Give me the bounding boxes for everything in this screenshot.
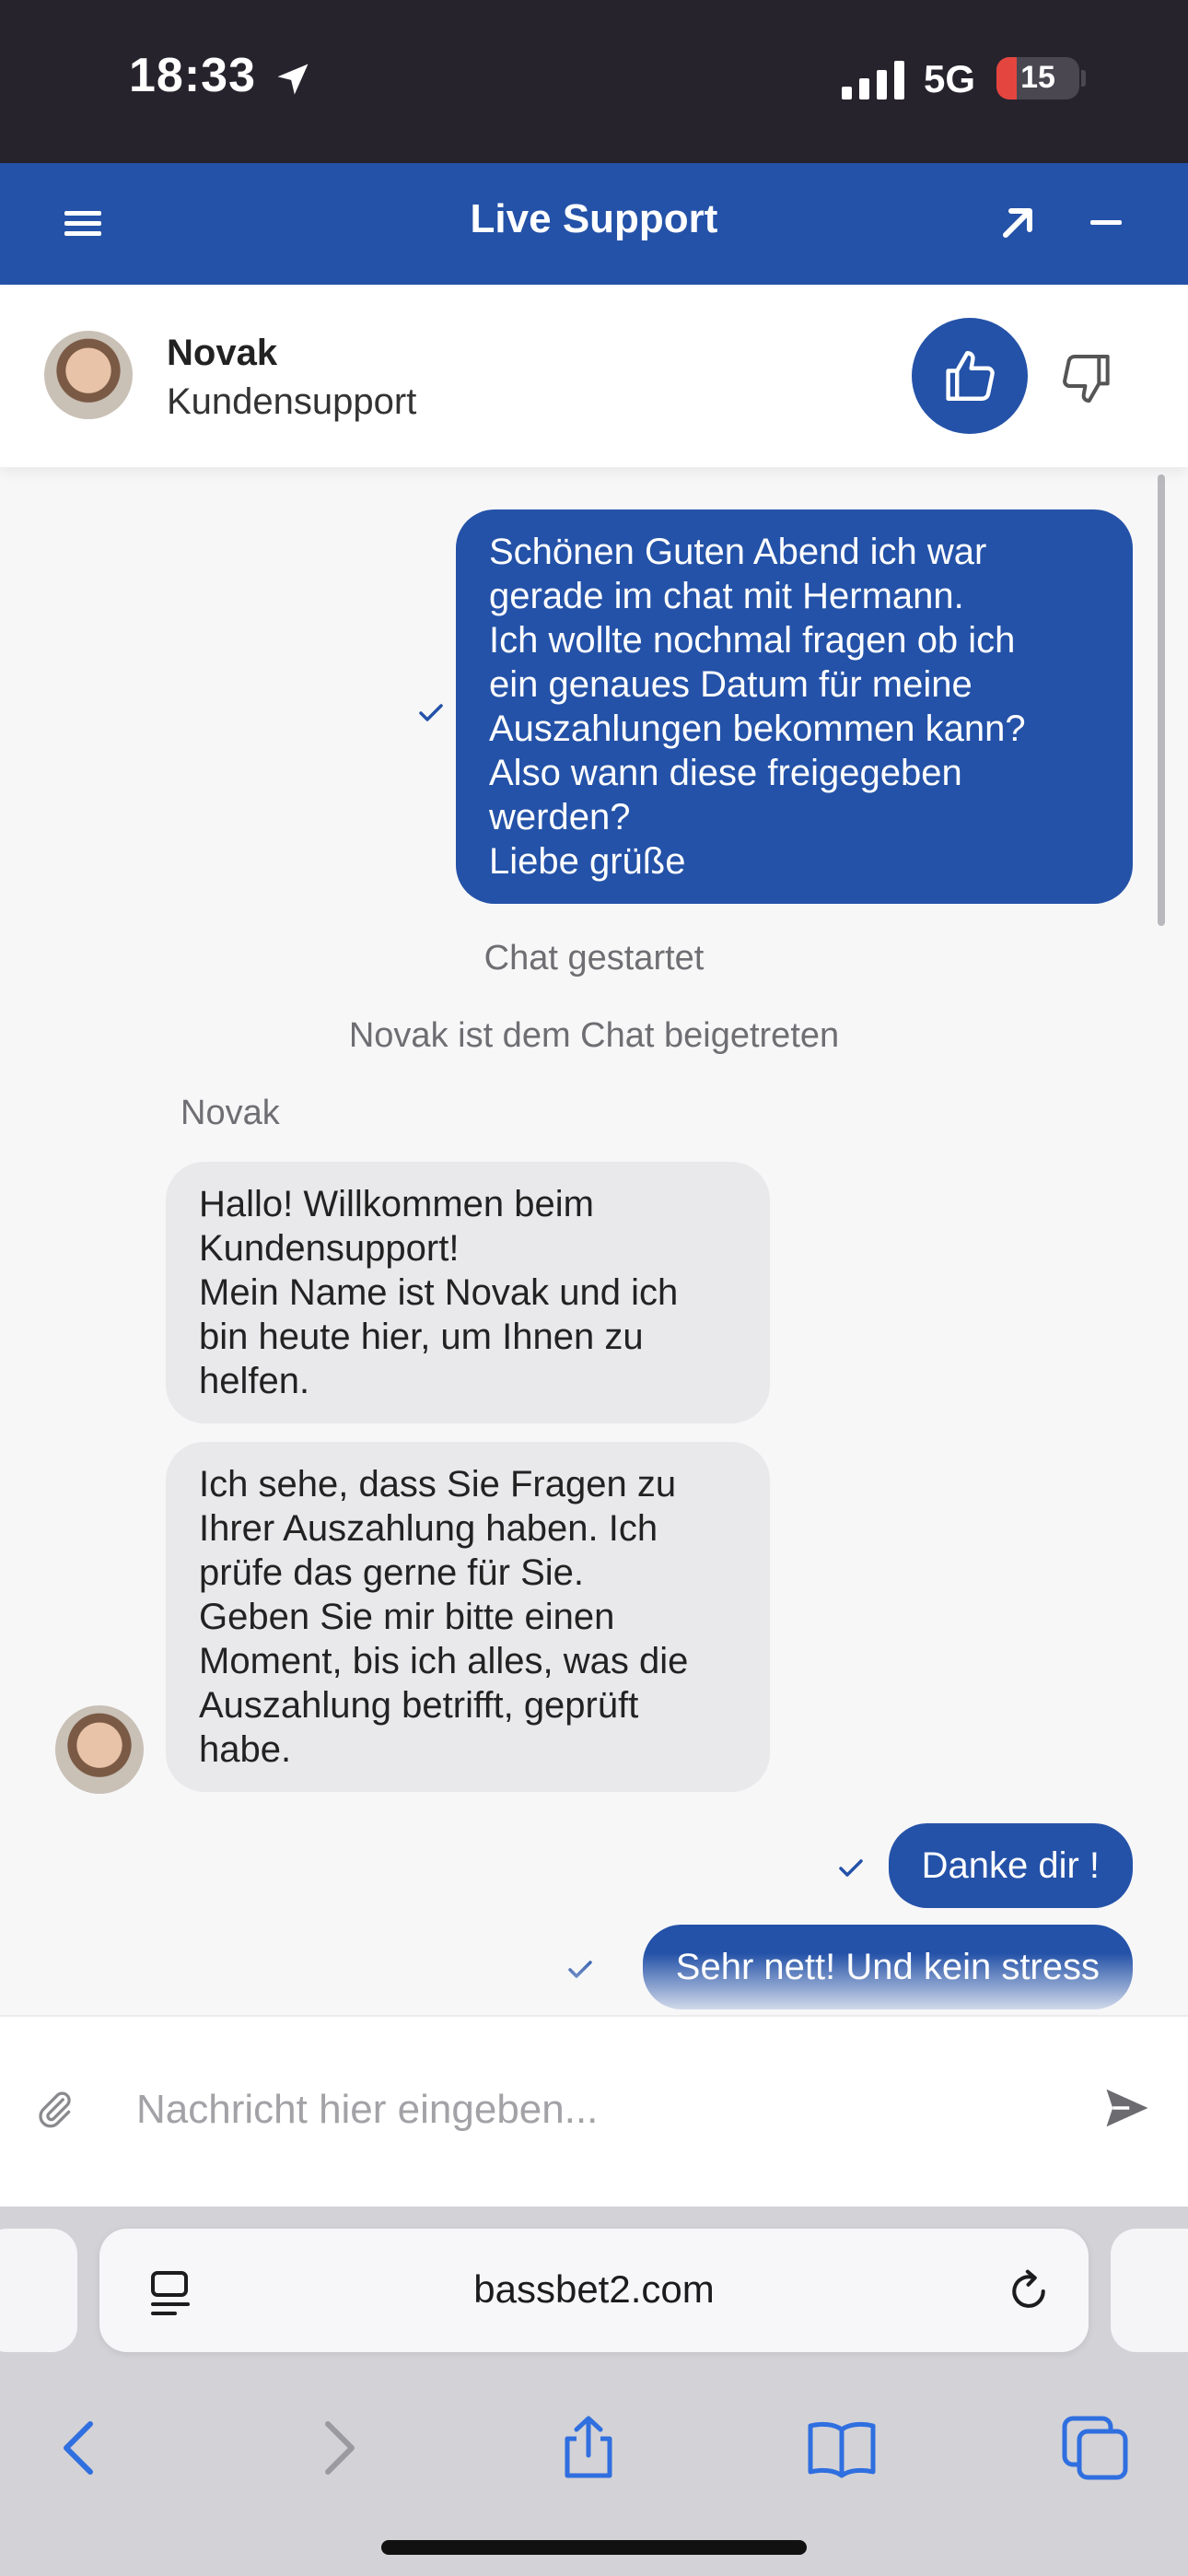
share-icon[interactable] bbox=[556, 2415, 621, 2481]
url-text: bassbet2.com bbox=[473, 2267, 715, 2311]
agent-role: Kundensupport bbox=[167, 381, 417, 422]
back-icon[interactable] bbox=[48, 2415, 112, 2481]
battery-icon: 15 bbox=[996, 57, 1079, 100]
message-bubble-incoming: Ich sehe, dass Sie Fragen zu Ihrer Ausza… bbox=[166, 1442, 770, 1792]
rate-positive-button[interactable] bbox=[912, 318, 1028, 434]
message-bubble-outgoing: Schönen Guten Abend ich war gerade im ch… bbox=[456, 509, 1133, 904]
paperclip-icon[interactable] bbox=[35, 2087, 76, 2131]
minimize-icon[interactable] bbox=[1089, 204, 1124, 242]
chat-header: Live Support bbox=[0, 163, 1188, 285]
agent-name: Novak bbox=[167, 333, 278, 373]
battery-level: 15 bbox=[1020, 60, 1055, 95]
home-indicator bbox=[381, 2540, 807, 2555]
bookmarks-icon[interactable] bbox=[807, 2415, 877, 2481]
send-icon[interactable] bbox=[1101, 2083, 1153, 2133]
agent-info-bar: Novak Kundensupport bbox=[0, 285, 1188, 467]
message-bubble-incoming: Hallo! Willkommen beim Kundensupport! Me… bbox=[166, 1162, 770, 1423]
thumbs-up-icon bbox=[946, 351, 995, 401]
system-message: Novak ist dem Chat beigetreten bbox=[348, 1016, 840, 1055]
thumbs-down-icon[interactable] bbox=[1057, 349, 1116, 408]
sent-check-icon bbox=[419, 704, 443, 721]
network-type: 5G bbox=[924, 57, 976, 100]
tabs-icon[interactable] bbox=[1061, 2415, 1129, 2481]
sender-name: Novak bbox=[181, 1094, 280, 1132]
ios-status-bar: 18:33 5G 15 bbox=[0, 0, 1188, 163]
address-bar[interactable]: bassbet2.com bbox=[99, 2229, 1089, 2352]
message-composer bbox=[0, 2015, 1188, 2207]
location-arrow-icon bbox=[277, 64, 309, 95]
signal-icon bbox=[842, 61, 904, 100]
sent-check-icon bbox=[839, 1859, 863, 1877]
system-message: Chat gestartet bbox=[483, 939, 705, 978]
previous-tab-preview[interactable] bbox=[0, 2229, 77, 2352]
forward-icon[interactable] bbox=[306, 2415, 370, 2481]
battery-tip bbox=[1081, 70, 1086, 87]
message-input[interactable] bbox=[134, 2072, 1055, 2148]
agent-avatar bbox=[44, 331, 133, 419]
scrollbar[interactable] bbox=[1158, 474, 1165, 926]
status-time: 18:33 bbox=[129, 49, 256, 102]
message-fade bbox=[0, 1953, 1188, 2015]
message-bubble-outgoing: Danke dir ! bbox=[888, 1823, 1133, 1908]
reload-icon[interactable] bbox=[1004, 2266, 1054, 2317]
expand-icon[interactable] bbox=[998, 204, 1037, 242]
agent-message-avatar bbox=[55, 1705, 144, 1794]
message-list[interactable]: Schönen Guten Abend ich war gerade im ch… bbox=[0, 467, 1188, 2015]
browser-toolbar: bassbet2.com bbox=[0, 2207, 1188, 2576]
next-tab-preview[interactable] bbox=[1111, 2229, 1188, 2352]
